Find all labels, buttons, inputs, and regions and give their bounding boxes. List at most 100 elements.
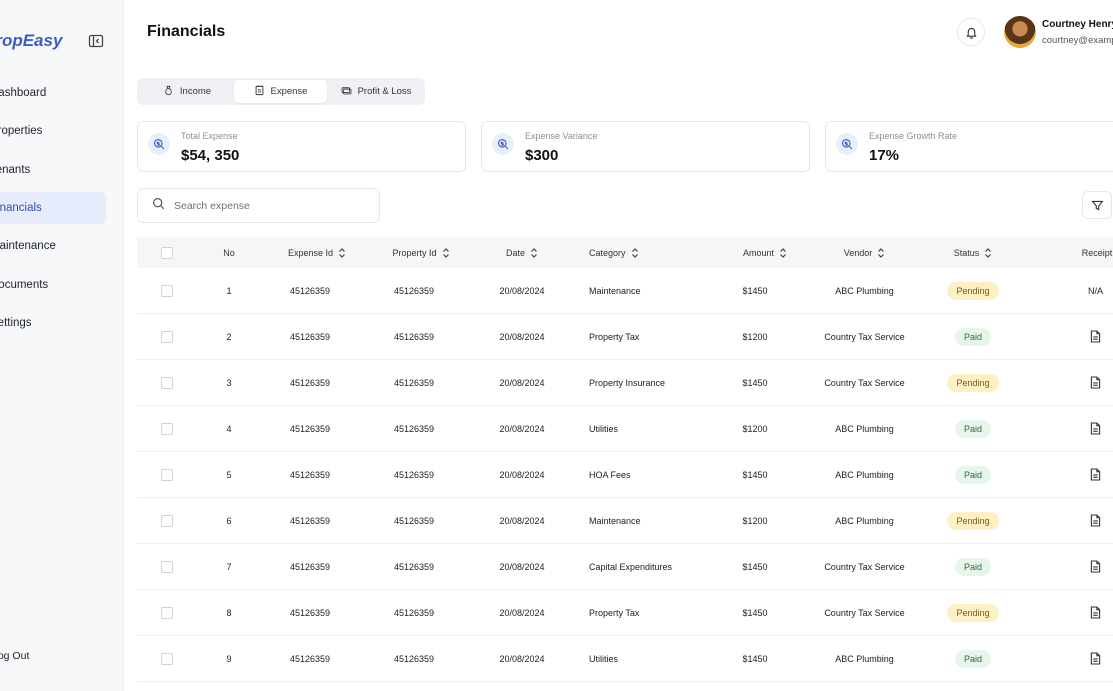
- checkbox[interactable]: [161, 469, 173, 481]
- sort-icon[interactable]: [338, 247, 346, 258]
- checkbox[interactable]: [161, 607, 173, 619]
- cell-category: Capital Expenditures: [589, 544, 719, 590]
- cell-amount: $1450: [715, 268, 795, 314]
- cell-category: Maintenance: [589, 498, 719, 544]
- page-title: Financials: [147, 23, 226, 40]
- sort-icon[interactable]: [877, 247, 885, 258]
- cash-icon: [341, 85, 352, 99]
- cell-amount: $1450: [715, 590, 795, 636]
- row-select-cell: [161, 360, 173, 406]
- cell-category: Utilities: [589, 636, 719, 682]
- sidebar-item-properties[interactable]: Properties: [0, 115, 106, 147]
- row-select-cell: [161, 406, 173, 452]
- sidebar-item-dashboard[interactable]: Dashboard: [0, 77, 106, 109]
- cell-category: HOA Fees: [589, 452, 719, 498]
- category-text: Property Insurance: [589, 378, 666, 388]
- status-badge: Pending: [947, 604, 999, 622]
- sort-icon[interactable]: [631, 247, 639, 258]
- table-row[interactable]: 6 45126359 45126359 20/08/2024 Maintenance $1…: [137, 498, 1113, 544]
- table-row[interactable]: 3 45126359 45126359 20/08/2024 Property Insu…: [137, 360, 1113, 406]
- checkbox[interactable]: [161, 331, 173, 343]
- sidebar-item-financials[interactable]: Financials: [0, 192, 106, 224]
- expense-id-text: 45126359: [289, 424, 331, 434]
- tab-expense[interactable]: Expense: [234, 80, 327, 103]
- select-all-checkbox[interactable]: [161, 237, 175, 268]
- cell-amount: $1450: [715, 636, 795, 682]
- cell-status: Paid: [927, 544, 1019, 590]
- cell-property-id: 45126359: [371, 544, 457, 590]
- stat-label: Expense Growth Rate: [869, 131, 958, 141]
- expense-table: No Expense Id Property Id Date Category Amoun…: [137, 237, 1113, 691]
- table-row[interactable]: 8 45126359 45126359 20/08/2024 Property Tax $…: [137, 590, 1113, 636]
- property-id-text: 45126359: [393, 378, 435, 388]
- table-row[interactable]: 1 45126359 45126359 20/08/2024 Maintenance $1…: [137, 268, 1113, 314]
- table-row[interactable]: 7 45126359 45126359 20/08/2024 Capital Expen…: [137, 544, 1113, 590]
- document-icon[interactable]: [1090, 375, 1101, 391]
- document-icon[interactable]: [1090, 559, 1101, 575]
- column-header-category[interactable]: Category: [589, 237, 719, 268]
- column-label: Vendor: [843, 247, 873, 258]
- sidebar-item-maintenance[interactable]: Maintenance: [0, 230, 106, 262]
- column-header-date[interactable]: Date: [477, 237, 567, 268]
- category-text: Maintenance: [589, 516, 641, 526]
- stat-card-total-expense: Total Expense $54, 350: [137, 121, 466, 172]
- table-row[interactable]: 5 45126359 45126359 20/08/2024 HOA Fees $1450…: [137, 452, 1113, 498]
- cell-amount: $1450: [715, 452, 795, 498]
- avatar[interactable]: [1004, 16, 1036, 48]
- sort-icon[interactable]: [530, 247, 538, 258]
- sidebar-collapse-icon[interactable]: [88, 33, 104, 49]
- date-text: 20/08/2024: [499, 378, 545, 388]
- checkbox[interactable]: [161, 285, 173, 297]
- sidebar-item-label: Settings: [0, 317, 32, 329]
- sort-icon[interactable]: [984, 247, 992, 258]
- column-header-expense-id[interactable]: Expense Id: [267, 237, 367, 268]
- sidebar-item-documents[interactable]: Documents: [0, 269, 106, 301]
- no-text: 6: [226, 516, 232, 526]
- column-header-property-id[interactable]: Property Id: [371, 237, 471, 268]
- document-icon[interactable]: [1090, 329, 1101, 345]
- column-header-amount[interactable]: Amount: [715, 237, 815, 268]
- amount-text: $1450: [742, 378, 768, 388]
- checkbox[interactable]: [161, 561, 173, 573]
- amount-text: $1200: [742, 332, 768, 342]
- property-id-text: 45126359: [393, 286, 435, 296]
- no-text: 9: [226, 654, 232, 664]
- checkbox[interactable]: [161, 246, 173, 259]
- property-id-text: 45126359: [393, 470, 435, 480]
- checkbox[interactable]: [161, 653, 173, 665]
- filter-icon[interactable]: [1082, 191, 1112, 219]
- tab-profit-loss[interactable]: Profit & Loss: [329, 80, 423, 103]
- cell-vendor: ABC Plumbing: [807, 452, 922, 498]
- logout-button[interactable]: Log Out: [0, 650, 29, 662]
- row-select-cell: [161, 314, 173, 360]
- cell-expense-id: 45126359: [267, 406, 353, 452]
- document-icon[interactable]: [1090, 605, 1101, 621]
- amount-text: $1200: [742, 424, 768, 434]
- cell-expense-id: 45126359: [267, 544, 353, 590]
- document-icon[interactable]: [1090, 513, 1101, 529]
- column-header-status[interactable]: Status: [927, 237, 1019, 268]
- column-header-vendor[interactable]: Vendor: [807, 237, 922, 268]
- sidebar-item-settings[interactable]: Settings: [0, 307, 106, 339]
- notification-bell-icon[interactable]: [957, 18, 985, 46]
- checkbox[interactable]: [161, 515, 173, 527]
- row-select-cell: [161, 452, 173, 498]
- cell-category: Property Insurance: [589, 360, 719, 406]
- search-input[interactable]: [174, 199, 354, 212]
- table-row[interactable]: 9 45126359 45126359 20/08/2024 Utilities $145…: [137, 636, 1113, 682]
- sidebar-item-tenants[interactable]: Tenants: [0, 154, 106, 186]
- tab-income[interactable]: Income: [141, 80, 233, 103]
- user-name: Courtney Henry: [1042, 19, 1113, 30]
- document-icon[interactable]: [1090, 651, 1101, 667]
- sort-icon[interactable]: [779, 247, 787, 258]
- sort-icon[interactable]: [442, 247, 450, 258]
- cell-receipt: [1072, 314, 1113, 360]
- checkbox[interactable]: [161, 423, 173, 435]
- table-row[interactable]: 4 45126359 45126359 20/08/2024 Utilities $120…: [137, 406, 1113, 452]
- table-row[interactable]: 2 45126359 45126359 20/08/2024 Property Tax $…: [137, 314, 1113, 360]
- checkbox[interactable]: [161, 377, 173, 389]
- cell-status: Pending: [927, 498, 1019, 544]
- category-text: Maintenance: [589, 286, 641, 296]
- document-icon[interactable]: [1090, 467, 1101, 483]
- document-icon[interactable]: [1090, 421, 1101, 437]
